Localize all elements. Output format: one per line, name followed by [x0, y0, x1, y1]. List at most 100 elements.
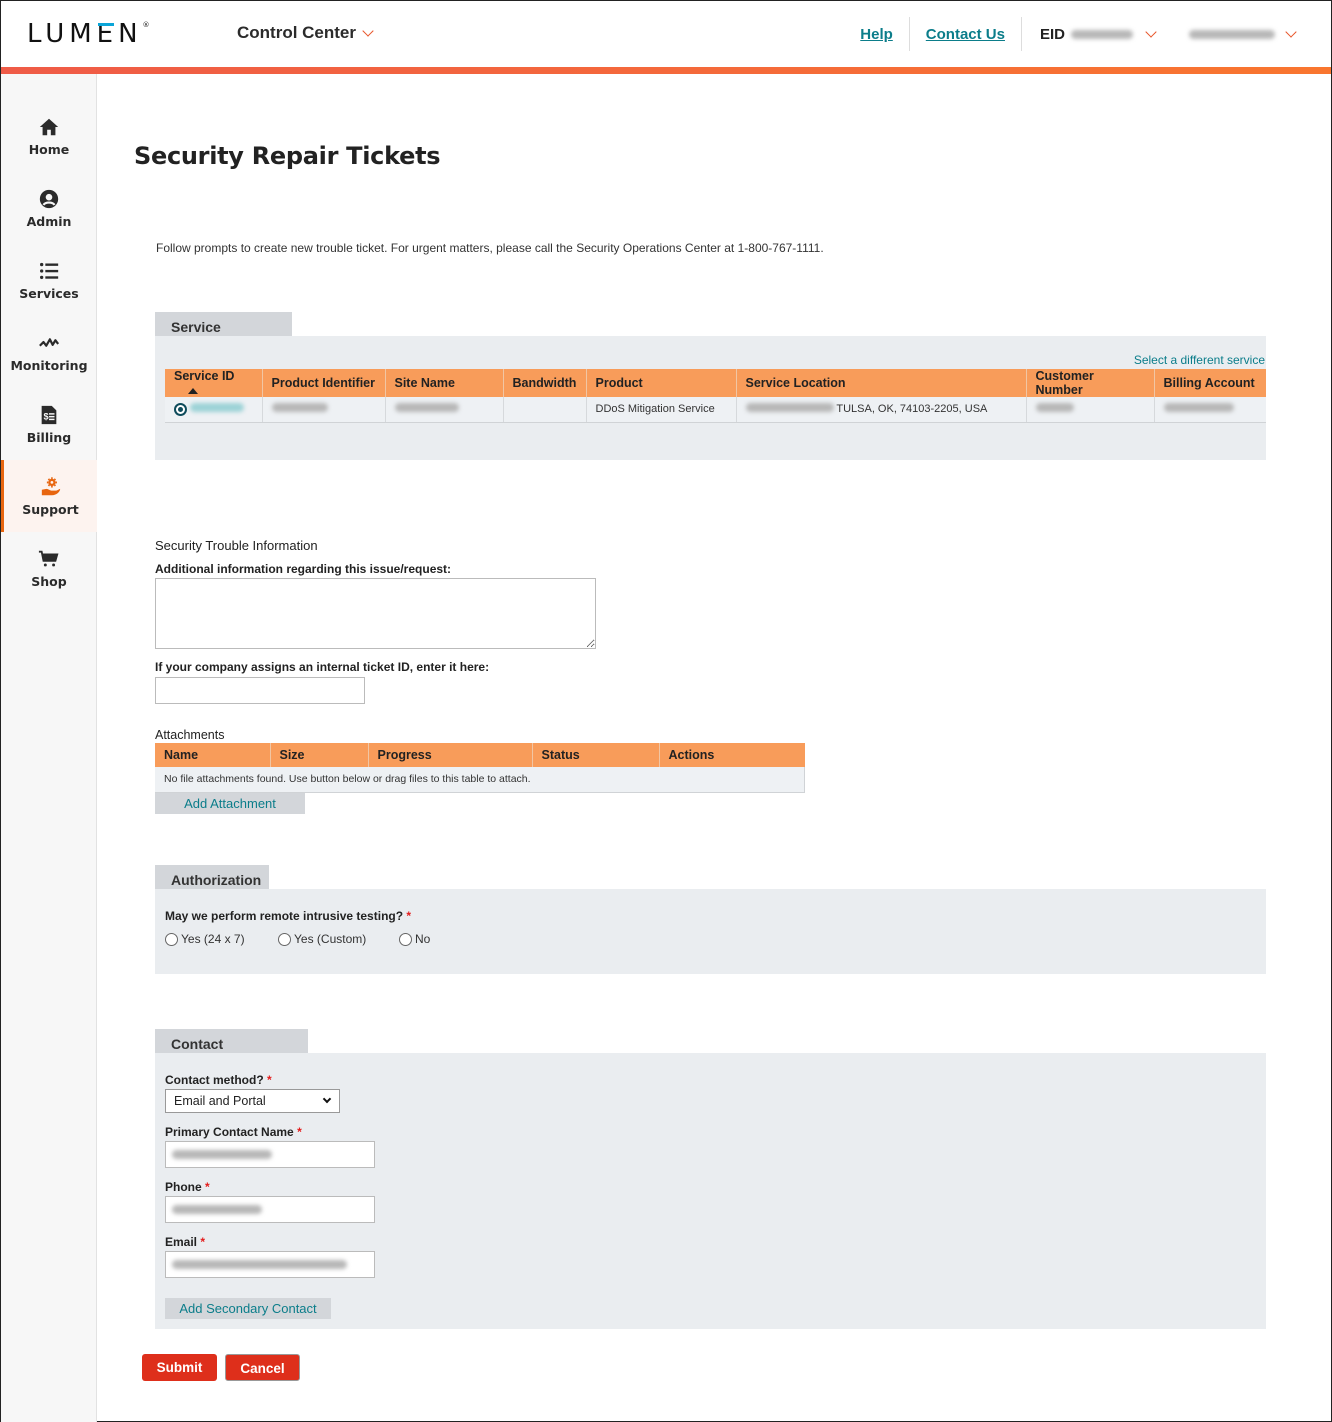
customer-number-cell — [1026, 397, 1155, 423]
intro-text: Follow prompts to create new trouble tic… — [156, 241, 824, 255]
radio-button[interactable] — [165, 932, 178, 946]
blurred-value — [271, 403, 328, 413]
sidebar-item-billing[interactable]: $ Billing — [1, 388, 97, 460]
sidebar-item-support[interactable]: Support — [1, 460, 97, 532]
bandwidth-cell — [503, 397, 587, 423]
option-yes-24x7[interactable]: Yes (24 x 7) — [165, 932, 278, 946]
service-id-cell — [165, 397, 263, 423]
home-icon — [39, 118, 59, 135]
sidebar-item-shop[interactable]: Shop — [1, 532, 97, 604]
contact-method-select[interactable]: Email and Portal — [165, 1089, 340, 1113]
column-header-billing-account[interactable]: Billing Account — [1154, 369, 1266, 397]
blurred-value — [172, 1150, 272, 1159]
billing-account-cell — [1154, 397, 1266, 423]
contact-information-panel: Contact method? * Email and Portal Prima… — [155, 1053, 1266, 1329]
email-input[interactable] — [165, 1251, 375, 1278]
blurred-value — [172, 1260, 347, 1269]
sidebar-item-label: Shop — [31, 573, 67, 589]
option-yes-custom[interactable]: Yes (Custom) — [278, 932, 399, 946]
blurred-value — [1163, 403, 1234, 413]
support-gear-hand-icon — [41, 476, 60, 495]
column-header-name: Name — [155, 743, 271, 767]
column-header-customer-number[interactable]: Customer Number — [1026, 369, 1155, 397]
table-header-row: Name Size Progress Status Actions — [155, 743, 805, 767]
contact-us-link[interactable]: Contact Us — [910, 26, 1021, 43]
sidebar-item-label: Support — [22, 501, 79, 517]
user-menu[interactable] — [1171, 25, 1331, 39]
sidebar: Home Admin Services Monitoring $ Billing… — [1, 74, 97, 1422]
app-switcher-label: Control Center — [237, 23, 356, 42]
app-switcher[interactable]: Control Center — [237, 23, 374, 43]
radio-button[interactable] — [278, 932, 291, 946]
table-header-row: Service ID Product Identifier Site Name … — [165, 369, 1266, 397]
phone-input[interactable] — [165, 1196, 375, 1223]
column-header-status: Status — [532, 743, 660, 767]
add-attachment-button[interactable]: Add Attachment — [155, 793, 305, 814]
authorization-panel: May we perform remote intrusive testing?… — [155, 889, 1266, 974]
contact-method-label: Contact method? * — [165, 1073, 272, 1087]
invoice-icon: $ — [41, 405, 57, 424]
chevron-down-icon — [322, 1094, 332, 1104]
column-header-product-identifier[interactable]: Product Identifier — [262, 369, 386, 397]
chevron-down-icon — [1285, 25, 1297, 38]
column-header-service-location[interactable]: Service Location — [736, 369, 1027, 397]
attachments-heading: Attachments — [155, 728, 225, 742]
table-row[interactable]: DDoS Mitigation Service TULSA, OK, 74103… — [165, 397, 1266, 423]
column-header-product[interactable]: Product — [586, 369, 737, 397]
primary-contact-name-input[interactable] — [165, 1141, 375, 1168]
eid-selector[interactable]: EID — [1022, 26, 1171, 43]
additional-info-textarea[interactable] — [155, 578, 596, 649]
sidebar-item-home[interactable]: Home — [1, 100, 97, 172]
header-links: Help Contact Us EID — [844, 17, 1331, 51]
internal-ticket-label: If your company assigns an internal tick… — [155, 660, 490, 674]
chevron-down-icon — [362, 24, 374, 37]
column-header-actions: Actions — [659, 743, 805, 767]
service-select-radio[interactable] — [174, 402, 187, 416]
sidebar-item-admin[interactable]: Admin — [1, 172, 97, 244]
pulse-icon — [39, 337, 60, 347]
additional-info-label: Additional information regarding this is… — [155, 562, 452, 576]
sidebar-item-services[interactable]: Services — [1, 244, 97, 316]
sidebar-item-label: Services — [19, 285, 79, 301]
service-table: Service ID Product Identifier Site Name … — [165, 369, 1266, 423]
cancel-button[interactable]: Cancel — [225, 1354, 300, 1381]
user-circle-icon — [39, 189, 59, 208]
select-different-service-link[interactable]: Select a different service — [1134, 353, 1265, 367]
empty-row: No file attachments found. Use button be… — [155, 767, 805, 793]
site-name-cell — [385, 397, 504, 423]
help-link[interactable]: Help — [844, 26, 909, 43]
svg-text:$: $ — [44, 411, 49, 421]
add-secondary-contact-button[interactable]: Add Secondary Contact — [165, 1298, 331, 1319]
column-header-site-name[interactable]: Site Name — [385, 369, 504, 397]
primary-contact-name-label: Primary Contact Name * — [165, 1125, 302, 1139]
product-cell: DDoS Mitigation Service — [586, 397, 737, 423]
service-id-blurred — [190, 403, 245, 413]
lumen-logo[interactable]: LUMEN® — [27, 19, 150, 49]
empty-message: No file attachments found. Use button be… — [155, 767, 805, 793]
accent-bar — [1, 67, 1331, 74]
internal-ticket-input[interactable] — [155, 677, 365, 704]
blurred-value — [394, 403, 459, 413]
column-header-progress: Progress — [368, 743, 533, 767]
email-label: Email * — [165, 1235, 206, 1249]
blurred-value — [1035, 403, 1074, 413]
intrusive-testing-question: May we perform remote intrusive testing?… — [165, 909, 412, 923]
trouble-info-heading: Security Trouble Information — [155, 538, 318, 553]
option-no[interactable]: No — [399, 932, 430, 946]
sidebar-item-label: Admin — [26, 213, 72, 229]
page-title: Security Repair Tickets — [134, 142, 441, 170]
column-header-bandwidth[interactable]: Bandwidth — [503, 369, 587, 397]
top-header: LUMEN® Control Center Help Contact Us EI… — [1, 1, 1331, 67]
radio-button[interactable] — [399, 932, 412, 946]
phone-label: Phone * — [165, 1180, 210, 1194]
sidebar-item-monitoring[interactable]: Monitoring — [1, 316, 97, 388]
submit-button[interactable]: Submit — [142, 1354, 217, 1381]
cart-icon — [38, 550, 59, 566]
sort-ascending-icon — [188, 387, 198, 394]
product-identifier-cell — [262, 397, 386, 423]
service-selection-panel: Select a different service Service ID Pr… — [155, 336, 1266, 460]
column-header-service-id[interactable]: Service ID — [165, 369, 263, 397]
column-header-size: Size — [270, 743, 369, 767]
username-blurred — [1189, 29, 1275, 39]
blurred-value — [172, 1205, 262, 1214]
